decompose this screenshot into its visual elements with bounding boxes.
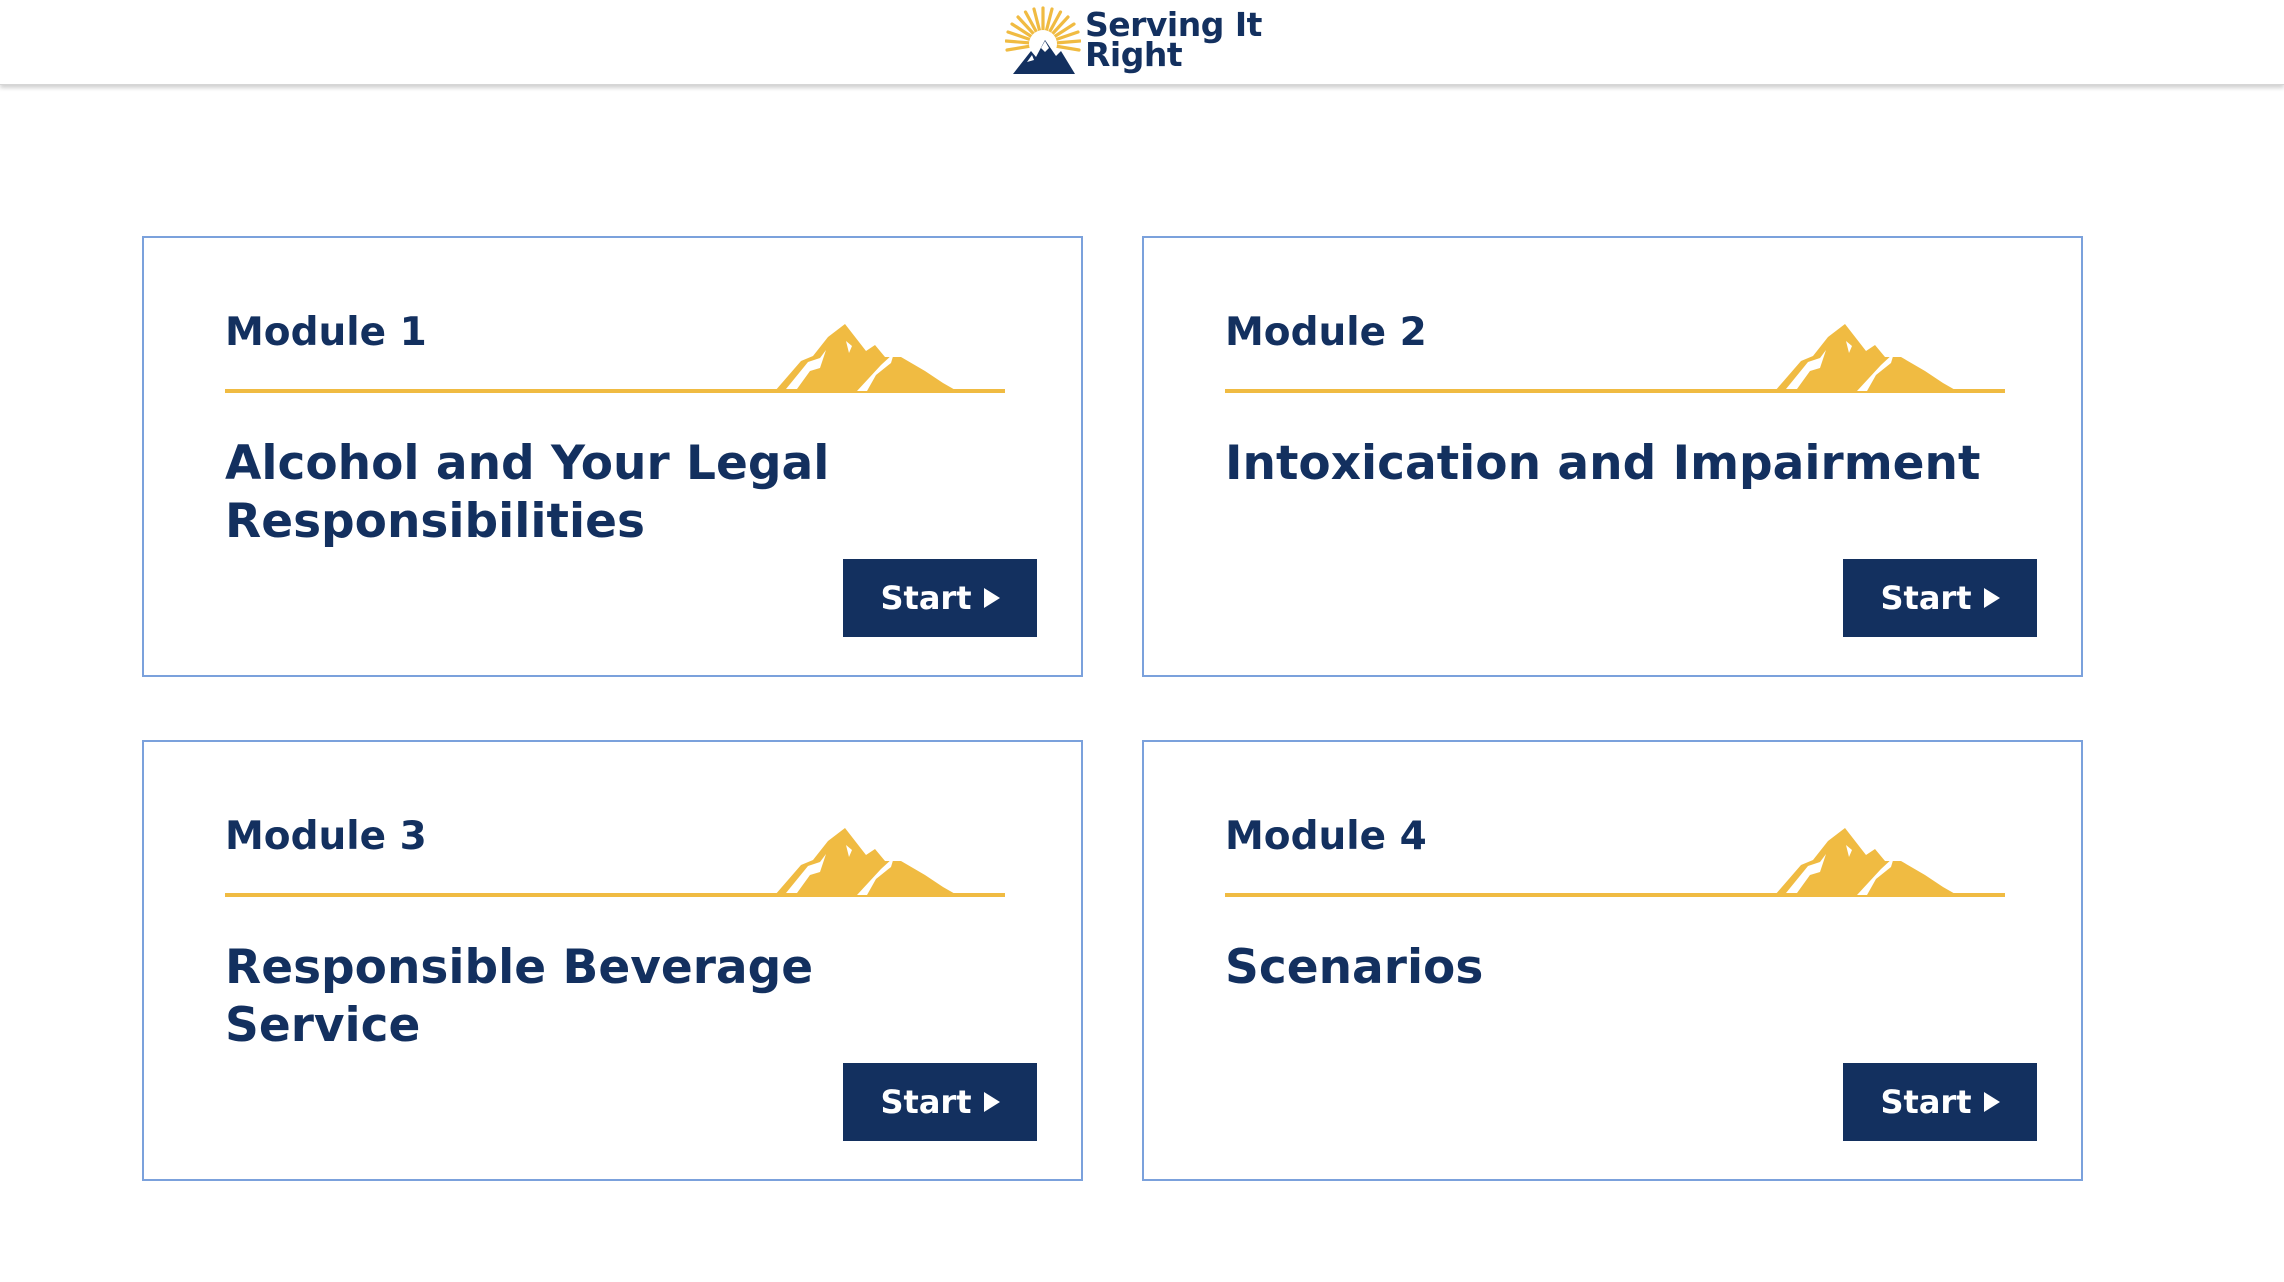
site-header: Serving It Right: [0, 0, 2284, 85]
play-arrow-icon: [1983, 1092, 2000, 1112]
logo-text-line2: Right: [1085, 35, 1183, 74]
module-label: Module 3: [225, 814, 427, 859]
play-arrow-icon: [983, 588, 1000, 608]
module-title: Responsible Beverage Service: [225, 940, 814, 1053]
module-title: Intoxication and Impairment: [1225, 436, 1981, 491]
module-card-2: Module 2 Intoxication and Impairment Sta…: [1142, 236, 2083, 677]
module-title: Scenarios: [1225, 940, 1484, 995]
start-button[interactable]: Start: [843, 1063, 1037, 1141]
module-card-4: Module 4 Scenarios Start: [1142, 740, 2083, 1181]
start-button-label: Start: [880, 579, 972, 617]
serving-it-right-logo[interactable]: Serving It Right: [1005, 4, 1262, 76]
module-label: Module 2: [1225, 310, 1427, 355]
mountain-icon: [775, 828, 957, 895]
play-arrow-icon: [1983, 588, 2000, 608]
start-button[interactable]: Start: [1843, 559, 2037, 637]
module-card-1: Module 1 Alcohol and Your Legal Responsi…: [142, 236, 1083, 677]
mountain-icon: [1775, 828, 1957, 895]
start-button-label: Start: [880, 1083, 972, 1121]
module-card-3: Module 3 Responsible Beverage Service St…: [142, 740, 1083, 1181]
logo-wordmark: Serving It Right: [1085, 8, 1262, 74]
sunburst-mountain-icon: [1005, 6, 1081, 74]
mountain-icon: [775, 324, 957, 391]
start-button[interactable]: Start: [843, 559, 1037, 637]
module-label: Module 4: [1225, 814, 1427, 859]
mountain-icon: [1775, 324, 1957, 391]
start-button[interactable]: Start: [1843, 1063, 2037, 1141]
start-button-label: Start: [1880, 1083, 1972, 1121]
play-arrow-icon: [983, 1092, 1000, 1112]
module-title: Alcohol and Your Legal Responsibilities: [225, 436, 830, 549]
module-label: Module 1: [225, 310, 427, 355]
start-button-label: Start: [1880, 579, 1972, 617]
